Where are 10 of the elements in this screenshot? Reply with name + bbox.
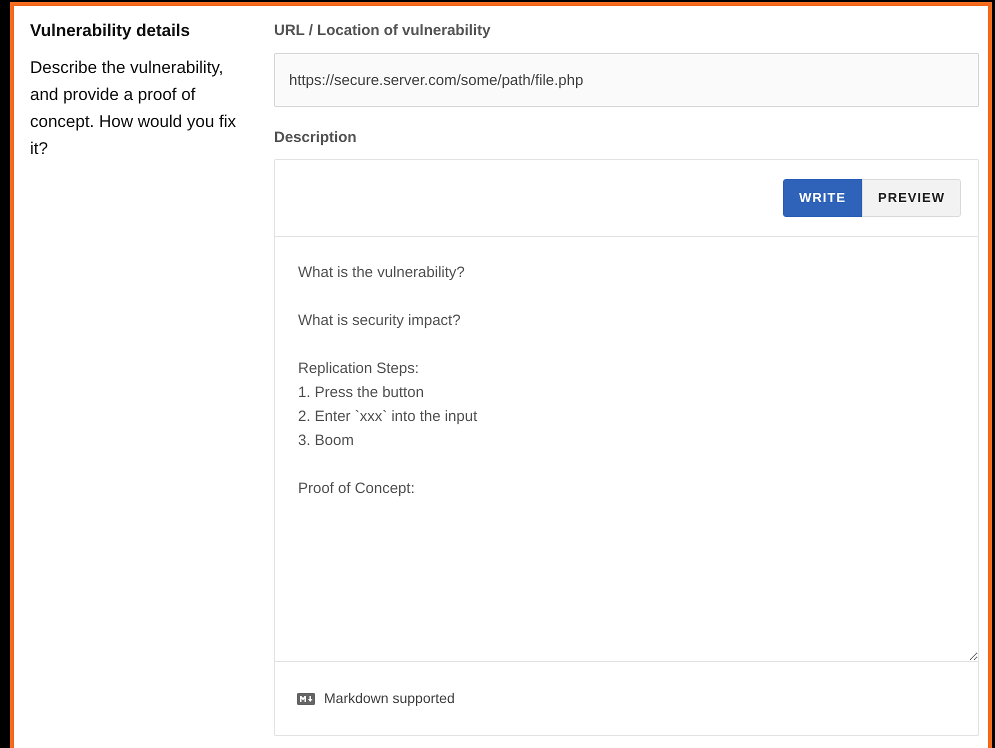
markdown-icon [297, 692, 315, 704]
markdown-note: Markdown supported [324, 689, 455, 708]
editor-tab[interactable]: WRITE [783, 179, 862, 217]
url-label: URL / Location of vulnerability [274, 21, 492, 41]
description-text-area[interactable]: What is the vulnerability? What is security impact? Replication Steps: 1. Press the button 2. Enter `xxx` into the input 3. Boom Proof of Concept: [274, 237, 979, 662]
section-description: Describe the vulnerability, and provide a proof of concept. How would you fix it? [30, 57, 237, 160]
section-title: Vulnerability details [30, 20, 191, 42]
description-label: Description [274, 128, 358, 148]
url-input-field[interactable]: https://secure.server.com/some/path/file.php [274, 53, 979, 107]
editor-tab[interactable]: PREVIEW [862, 179, 961, 217]
